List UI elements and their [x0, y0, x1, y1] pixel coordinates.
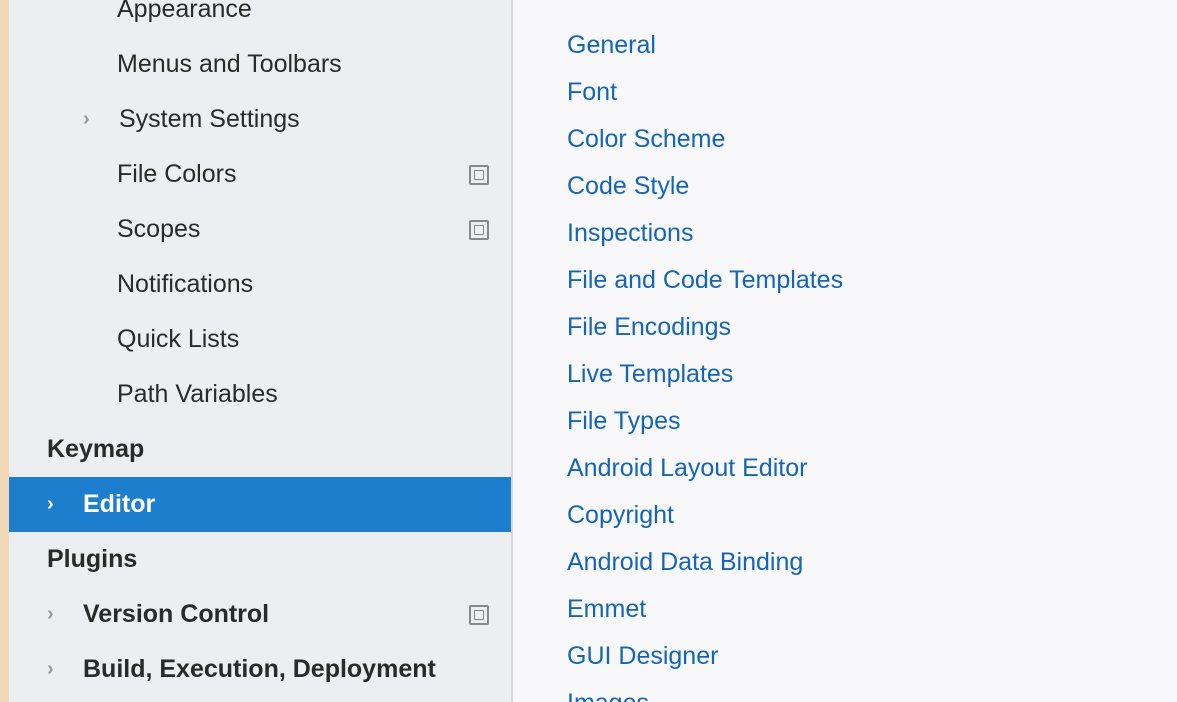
sidebar-item-label: Path Variables — [117, 380, 497, 409]
content-link-inspections[interactable]: Inspections — [567, 210, 1177, 257]
content-link-images[interactable]: Images — [567, 680, 1177, 702]
sidebar-item-label: Build, Execution, Deployment — [83, 655, 497, 684]
window-left-edge — [0, 0, 9, 702]
sidebar-item-build-execution-deployment[interactable]: › Build, Execution, Deployment — [9, 642, 511, 697]
sidebar-item-file-colors[interactable]: File Colors — [9, 147, 511, 202]
content-link-font[interactable]: Font — [567, 69, 1177, 116]
sidebar-item-label: Editor — [83, 490, 497, 519]
sidebar-item-label: Notifications — [117, 270, 497, 299]
sidebar-item-label: File Colors — [117, 160, 469, 189]
chevron-right-icon: › — [47, 603, 54, 626]
content-link-android-layout-editor[interactable]: Android Layout Editor — [567, 445, 1177, 492]
chevron-right-icon: › — [47, 493, 54, 516]
sidebar-item-scopes[interactable]: Scopes — [9, 202, 511, 257]
sidebar-item-label: Scopes — [117, 215, 469, 244]
sidebar-item-label: Appearance — [117, 0, 497, 24]
content-link-copyright[interactable]: Copyright — [567, 492, 1177, 539]
sidebar-item-label: Version Control — [83, 600, 469, 629]
sidebar-item-path-variables[interactable]: Path Variables — [9, 367, 511, 422]
sidebar-item-system-settings[interactable]: › System Settings — [9, 92, 511, 147]
sidebar-item-label: Plugins — [47, 545, 497, 574]
sidebar-item-editor[interactable]: › Editor — [9, 477, 511, 532]
settings-content: GeneralFontColor SchemeCode StyleInspect… — [513, 0, 1177, 702]
sidebar-item-notifications[interactable]: Notifications — [9, 257, 511, 312]
sidebar-item-quick-lists[interactable]: Quick Lists — [9, 312, 511, 367]
content-link-file-encodings[interactable]: File Encodings — [567, 304, 1177, 351]
sidebar-item-label: System Settings — [119, 105, 497, 134]
sidebar-item-label: Keymap — [47, 435, 497, 464]
content-link-emmet[interactable]: Emmet — [567, 586, 1177, 633]
content-link-file-types[interactable]: File Types — [567, 398, 1177, 445]
content-link-android-data-binding[interactable]: Android Data Binding — [567, 539, 1177, 586]
sidebar-item-label: Quick Lists — [117, 325, 497, 354]
sidebar-item-plugins[interactable]: Plugins — [9, 532, 511, 587]
project-level-icon — [469, 605, 489, 625]
project-level-icon — [469, 220, 489, 240]
sidebar-item-menus-and-toolbars[interactable]: Menus and Toolbars — [9, 37, 511, 92]
content-link-gui-designer[interactable]: GUI Designer — [567, 633, 1177, 680]
content-link-live-templates[interactable]: Live Templates — [567, 351, 1177, 398]
sidebar-item-appearance[interactable]: Appearance — [9, 0, 511, 37]
content-link-color-scheme[interactable]: Color Scheme — [567, 116, 1177, 163]
sidebar-item-version-control[interactable]: › Version Control — [9, 587, 511, 642]
content-link-file-and-code-templates[interactable]: File and Code Templates — [567, 257, 1177, 304]
project-level-icon — [469, 165, 489, 185]
chevron-right-icon: › — [47, 658, 54, 681]
settings-sidebar: Appearance Menus and Toolbars › System Sett… — [9, 0, 513, 702]
chevron-right-icon: › — [83, 108, 90, 131]
sidebar-item-keymap[interactable]: Keymap — [9, 422, 511, 477]
sidebar-item-label: Menus and Toolbars — [117, 50, 497, 79]
content-link-general[interactable]: General — [567, 22, 1177, 69]
content-link-code-style[interactable]: Code Style — [567, 163, 1177, 210]
